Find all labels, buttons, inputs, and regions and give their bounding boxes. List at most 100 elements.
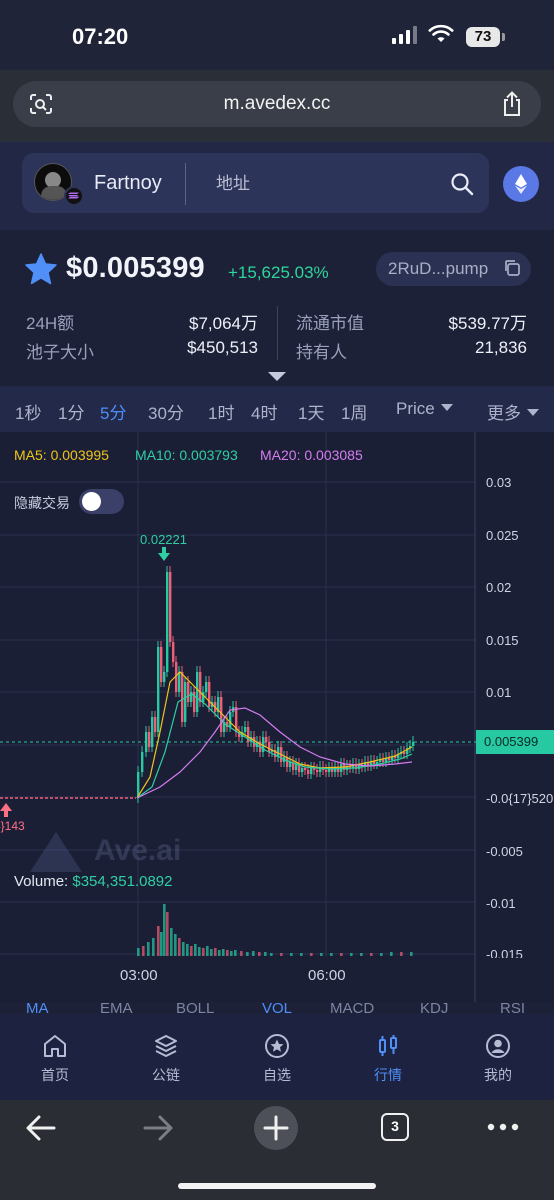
candle (154, 717, 157, 732)
candle (141, 752, 144, 772)
pool-size-value: $450,513 (187, 338, 258, 357)
new-tab-button[interactable] (254, 1106, 298, 1150)
volume-bar (202, 948, 205, 956)
pool-size-label: 池子大小 (26, 343, 94, 362)
ma20-label: MA20: 0.003085 (260, 447, 363, 463)
token-name: Fartnoy (94, 172, 162, 194)
interval-4h[interactable]: 4时 (251, 399, 277, 424)
favorite-star-icon[interactable] (24, 252, 58, 286)
indicator-kdj[interactable]: KDJ (420, 1000, 448, 1014)
candle (184, 682, 187, 722)
indicator-macd[interactable]: MACD (330, 1000, 374, 1014)
volume-bar (157, 926, 160, 956)
user-icon (486, 1034, 510, 1058)
y-tick: -0.01 (486, 896, 516, 911)
candle (160, 647, 163, 682)
tabs-button[interactable]: 3 (381, 1113, 409, 1141)
more-dropdown[interactable]: 更多 (487, 399, 539, 424)
indicator-vol[interactable]: VOL (262, 1000, 292, 1014)
volume-bar (264, 952, 267, 956)
interval-5m[interactable]: 5分 (100, 399, 126, 424)
volume-bar (380, 953, 383, 956)
ethereum-chain-button[interactable] (503, 166, 539, 202)
indicator-ma[interactable]: MA (26, 1000, 49, 1014)
chart-canvas[interactable] (0, 432, 554, 1002)
volume-bar (178, 938, 181, 956)
volume-24h-label: 24H额 (26, 314, 75, 333)
volume-bar (194, 944, 197, 956)
left-price-label: 4}143 (0, 819, 25, 833)
volume-bar (290, 953, 293, 956)
volume-bar (186, 944, 189, 956)
more-dropdown-label: 更多 (487, 404, 521, 423)
max-price-label: 0.02221 (140, 532, 187, 547)
candle (403, 752, 406, 754)
nav-profile[interactable]: 我的 (458, 1033, 538, 1085)
ave-logo-watermark: Ave.ai (28, 830, 218, 874)
candle (199, 672, 202, 702)
candle (157, 647, 160, 732)
url-text: m.avedex.cc (223, 93, 331, 114)
interval-1h[interactable]: 1时 (208, 399, 234, 424)
expand-arrow-icon[interactable] (268, 372, 286, 381)
interval-30m[interactable]: 30分 (148, 399, 184, 424)
nav-watchlist[interactable]: 自选 (237, 1033, 317, 1085)
candle (304, 768, 307, 770)
x-tick: 06:00 (308, 967, 346, 984)
volume-bar (182, 942, 185, 956)
share-icon[interactable] (501, 91, 523, 117)
volume-bar (147, 942, 150, 956)
volume-bar (300, 953, 303, 956)
candle (316, 770, 319, 772)
y-tick: 0.01 (486, 685, 512, 700)
signal-icon (392, 26, 418, 44)
volume-bar (190, 946, 193, 956)
arrow-up-icon (0, 803, 12, 817)
indicator-ema[interactable]: EMA (100, 1000, 133, 1014)
y-tick: 0.015 (486, 633, 519, 648)
volume-bar (160, 932, 163, 956)
home-indicator (178, 1183, 376, 1189)
volume-bar (246, 952, 249, 956)
volume-bar (214, 948, 217, 956)
volume-bar (280, 953, 283, 956)
volume-bar (166, 912, 169, 956)
interval-1s[interactable]: 1秒 (15, 399, 41, 424)
battery-icon: 73 (466, 27, 505, 47)
copy-icon[interactable] (503, 259, 521, 277)
forward-icon[interactable] (142, 1114, 174, 1142)
indicator-boll[interactable]: BOLL (176, 1000, 214, 1014)
volume-bar (234, 950, 237, 956)
candle (412, 742, 415, 746)
volume-bar (198, 947, 201, 956)
nav-home[interactable]: 首页 (15, 1033, 95, 1085)
search-icon[interactable] (450, 172, 474, 196)
volume-bar (270, 953, 273, 956)
y-tick: -0.0{17}520 (486, 791, 554, 806)
candle (187, 682, 190, 702)
volume-bar (330, 953, 333, 956)
volume-label: Volume: $354,351.0892 (14, 873, 172, 890)
watermark-text: Ave.ai (94, 834, 182, 867)
volume-bar (310, 953, 313, 956)
volume-bar (137, 948, 140, 956)
interval-1m[interactable]: 1分 (58, 399, 84, 424)
price-dropdown[interactable]: Price (396, 399, 453, 419)
candle (277, 747, 280, 757)
back-icon[interactable] (25, 1114, 57, 1142)
url-bar[interactable]: m.avedex.cc (13, 81, 541, 127)
chevron-down-icon (527, 409, 539, 416)
y-tick: -0.005 (486, 844, 523, 859)
nav-label: 我的 (484, 1067, 512, 1083)
nav-market[interactable]: 行情 (348, 1033, 428, 1085)
interval-1d[interactable]: 1天 (298, 399, 324, 424)
ma5-label: MA5: 0.003995 (14, 447, 109, 463)
indicator-rsi[interactable]: RSI (500, 1000, 525, 1014)
volume-bar (226, 950, 229, 956)
more-icon[interactable] (487, 1122, 519, 1132)
candles-icon (379, 1035, 397, 1056)
candle (388, 758, 391, 760)
interval-1w[interactable]: 1周 (341, 399, 367, 424)
address-search-input[interactable] (198, 168, 428, 200)
nav-chains[interactable]: 公链 (126, 1033, 206, 1085)
